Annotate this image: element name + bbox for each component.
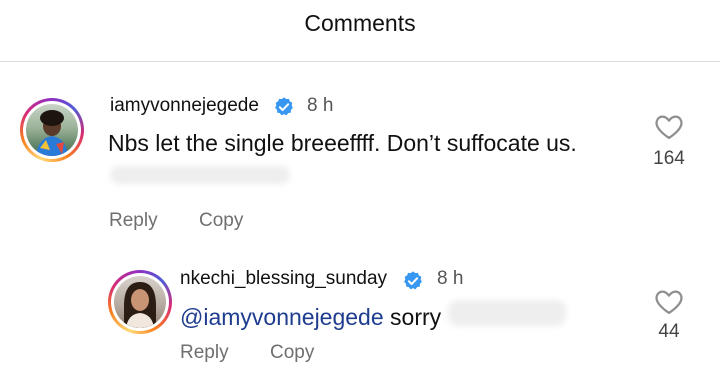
header-title: Comments xyxy=(304,10,416,36)
like-heart-icon[interactable] xyxy=(654,112,684,140)
verified-badge-icon xyxy=(404,271,422,290)
verified-badge-icon xyxy=(275,97,293,116)
comment-time: 8 h xyxy=(437,268,464,289)
comment-username[interactable]: iamyvonnejegede xyxy=(110,95,259,117)
translation-blur xyxy=(110,166,290,184)
mention-link[interactable]: @iamyvonnejegede xyxy=(180,304,384,330)
redacted-blur xyxy=(448,300,566,326)
comment-text: Nbs let the single breeeffff. Don’t suff… xyxy=(108,130,577,156)
comment-username[interactable]: nkechi_blessing_sunday xyxy=(180,268,387,290)
copy-button[interactable]: Copy xyxy=(199,210,243,232)
comment-text: @iamyvonnejegede sorry xyxy=(180,304,441,331)
comments-header: Comments xyxy=(0,0,720,62)
like-count: 44 xyxy=(658,321,680,342)
comment-time: 8 h xyxy=(307,95,334,116)
copy-button[interactable]: Copy xyxy=(270,342,314,364)
avatar[interactable] xyxy=(26,104,78,156)
reply-button[interactable]: Reply xyxy=(109,210,158,232)
avatar[interactable] xyxy=(114,276,166,328)
comment-body: sorry xyxy=(383,304,442,330)
like-count: 164 xyxy=(653,148,685,169)
reply-button[interactable]: Reply xyxy=(180,342,229,364)
like-heart-icon[interactable] xyxy=(654,287,684,315)
